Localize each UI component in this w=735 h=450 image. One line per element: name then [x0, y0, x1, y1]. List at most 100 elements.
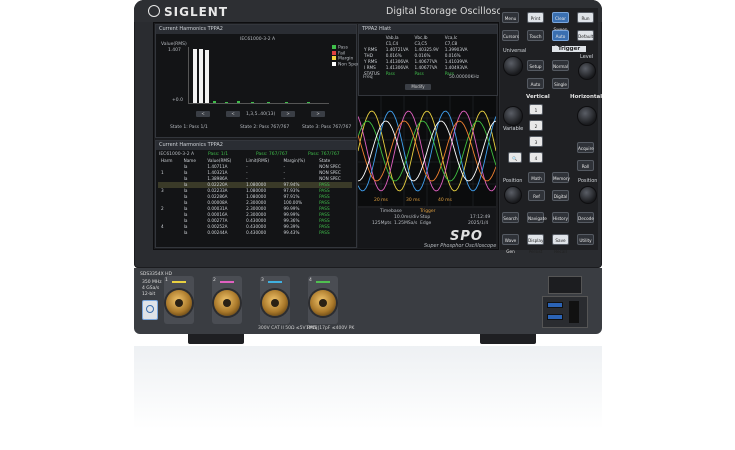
- status-tab[interactable]: Pass: 767/767: [256, 152, 288, 157]
- save-recall-button[interactable]: Save Recall: [552, 234, 569, 254]
- digital-button[interactable]: Digital: [552, 190, 569, 201]
- measurement-pane: TPPA2 Hlatt Vab,Ia Vbc,Ib Vca,Ic C1,C4 C3,C…: [358, 24, 498, 96]
- y-bottom-value: +0.0: [172, 98, 183, 103]
- input-note: 1MΩ||17pF ≤400V PK: [306, 326, 355, 331]
- usb-port[interactable]: [547, 314, 563, 320]
- clear-sweep-button[interactable]: Clear Sweep: [552, 12, 569, 32]
- table-cell: 99.43%: [283, 230, 300, 235]
- ref-button[interactable]: Ref: [528, 190, 545, 201]
- cursors-button[interactable]: Cursors: [502, 30, 519, 41]
- level-label: Level: [580, 54, 594, 60]
- zoom-search-button[interactable]: 🔍: [508, 152, 522, 163]
- trigger-type: Edge: [420, 221, 432, 226]
- state-1: State 1: Pass 1/1: [170, 125, 208, 130]
- run-stop-button[interactable]: Run Stop: [577, 12, 594, 32]
- trigger-normal-button[interactable]: Normal: [552, 60, 569, 71]
- prev-page-button[interactable]: <: [196, 111, 210, 117]
- waveform-area[interactable]: 20 ms 30 ms 40 ms: [358, 96, 496, 206]
- default-button[interactable]: Default: [577, 30, 594, 41]
- sample-depth: 125Mpts: [372, 221, 392, 226]
- y-axis-label: Value(RMS): [161, 42, 187, 47]
- channel-4-input[interactable]: 4: [308, 276, 338, 324]
- channel-3-label: 3: [261, 278, 264, 283]
- usb-port[interactable]: [547, 302, 563, 308]
- channel-2-input[interactable]: 2: [212, 276, 242, 324]
- horizontal-scale-knob[interactable]: [577, 106, 597, 126]
- run-status: Stop: [420, 215, 431, 220]
- channel-1-button[interactable]: 1: [529, 104, 543, 115]
- horizontal-section-label: Horizontal: [570, 94, 603, 100]
- decode-button[interactable]: Decode: [577, 212, 594, 223]
- next-button[interactable]: >: [281, 111, 295, 117]
- harmonics-table-pane: Current Harmonics TPPA2 IEC61000-3-2 A P…: [155, 140, 357, 248]
- power-icon: [146, 305, 154, 313]
- channel-4-color-bar: [316, 281, 330, 283]
- state-2: State 2: Pass 767/767: [240, 125, 290, 130]
- bnc-connector-icon: [166, 290, 192, 316]
- print-button[interactable]: Print: [527, 12, 544, 23]
- status-tab[interactable]: Pass: 1/1: [208, 152, 228, 157]
- spo-logo: SPO: [450, 229, 483, 244]
- prev-button[interactable]: <: [226, 111, 240, 117]
- horizontal-position-knob[interactable]: [579, 186, 597, 204]
- status-tab[interactable]: IEC61000-3-2 A: [159, 152, 194, 157]
- harmonic-bar: [237, 101, 240, 103]
- acquire-button[interactable]: Acquire: [577, 142, 594, 153]
- vertical-variable-knob[interactable]: [503, 106, 523, 126]
- spo-subtitle: Super Phosphor Oscilloscope: [424, 243, 497, 249]
- universal-label: Universal: [503, 48, 527, 54]
- variable-label: Variable: [503, 126, 524, 132]
- usb-port-area: [542, 296, 588, 328]
- channel-1-input[interactable]: 1: [164, 276, 194, 324]
- harmonic-bar: [307, 102, 310, 103]
- navigate-button[interactable]: Navigate: [527, 212, 547, 223]
- trigger-auto-button[interactable]: Auto: [527, 78, 544, 89]
- universal-knob[interactable]: [503, 56, 523, 76]
- timebase-label[interactable]: Timebase: [380, 209, 402, 214]
- memory-button[interactable]: Memory: [552, 172, 570, 183]
- table-row[interactable]: Ia 0.00244A 0.430000 99.43% PASS: [158, 230, 352, 236]
- next-page-button[interactable]: >: [311, 111, 325, 117]
- trigger-setup-button[interactable]: Setup: [527, 60, 544, 71]
- search-button[interactable]: Search: [502, 212, 519, 223]
- display-persist-button[interactable]: Display Persist: [527, 234, 544, 254]
- history-button[interactable]: History: [552, 212, 569, 223]
- pane-title: TPPA2 Hlatt: [359, 25, 497, 34]
- touch-button[interactable]: Touch: [527, 30, 544, 41]
- power-button[interactable]: [142, 300, 158, 320]
- roll-button[interactable]: Roll: [577, 160, 594, 171]
- channel-2-label: 2: [213, 278, 216, 283]
- x-axis-label: 1,3,5..40(13): [246, 112, 276, 117]
- trigger-label[interactable]: Trigger: [420, 209, 436, 214]
- time-label: 20 ms: [374, 198, 388, 203]
- wave-gen-button[interactable]: Wave Gen: [502, 234, 519, 254]
- right-foot: [480, 334, 536, 344]
- display-screen[interactable]: Current Harmonics TPPA2 IEC61000-3-2 A V…: [153, 22, 499, 250]
- menu-button[interactable]: Menu: [502, 12, 519, 23]
- trigger-level-knob[interactable]: [578, 62, 596, 80]
- status-tab[interactable]: Pass: 767/767: [308, 152, 340, 157]
- channel-3-input[interactable]: 3: [260, 276, 290, 324]
- brand-logo: SIGLENT: [148, 5, 228, 19]
- reflection: [134, 346, 602, 450]
- clock-date: 2025/1/4: [468, 221, 489, 226]
- y-top-value: 1.407: [168, 48, 181, 53]
- math-button[interactable]: Math: [528, 172, 545, 183]
- probe-compensation-port[interactable]: [548, 276, 582, 294]
- spec-line: 350 MHz: [142, 280, 162, 285]
- trigger-single-button[interactable]: Single: [552, 78, 569, 89]
- vertical-position-knob[interactable]: [504, 186, 522, 204]
- table-cell: [158, 230, 181, 236]
- measurement-table: Vab,Ia Vbc,Ib Vca,Ic C1,C4 C3,C5 C7,C8 Y RMS…: [361, 35, 470, 77]
- channel-2-button[interactable]: 2: [529, 120, 543, 131]
- front-input-panel: SDS3354X HD 350 MHz 4 GSa/s 12-bit 1 2 3…: [134, 268, 602, 334]
- bnc-connector-icon: [262, 290, 288, 316]
- utility-button[interactable]: Utility: [577, 234, 594, 245]
- channel-4-button[interactable]: 4: [529, 152, 543, 163]
- channel-2-color-bar: [220, 281, 234, 283]
- brand-name: SIGLENT: [164, 5, 229, 19]
- auto-setup-button[interactable]: Auto Setup: [552, 30, 569, 50]
- clock-time: 17:12:49: [470, 215, 491, 220]
- modify-button[interactable]: Modify: [405, 84, 431, 90]
- channel-3-button[interactable]: 3: [529, 136, 543, 147]
